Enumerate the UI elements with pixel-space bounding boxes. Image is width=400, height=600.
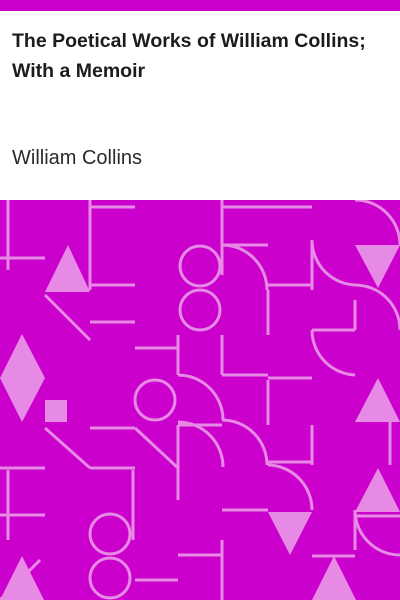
pattern-square	[45, 400, 67, 422]
cover-pattern	[0, 200, 400, 600]
book-author: William Collins	[12, 147, 143, 169]
cover-pattern-art	[0, 200, 400, 600]
top-color-bar	[0, 0, 400, 11]
book-title: The Poetical Works of William Collins; W…	[12, 30, 366, 82]
book-cover: The Poetical Works of William Collins; W…	[0, 0, 400, 600]
